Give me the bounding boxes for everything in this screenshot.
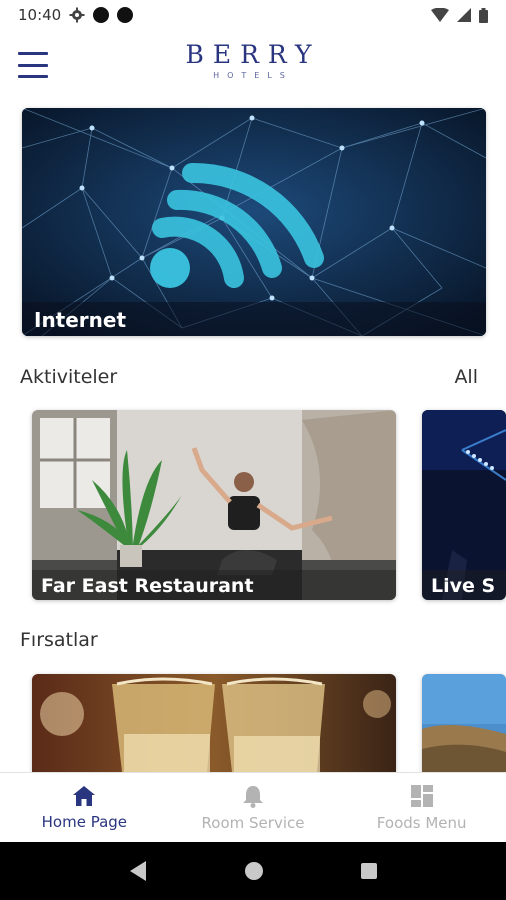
nav-room-service-label: Room Service — [201, 813, 305, 832]
internet-card-label: Internet — [34, 308, 127, 332]
activity-card-live[interactable]: Live S — [422, 410, 506, 600]
activities-title: Aktiviteler — [20, 366, 118, 388]
notification-dot-icon — [117, 7, 134, 23]
status-time: 10:40 — [18, 6, 62, 24]
notification-dot-icon — [93, 7, 110, 23]
bell-icon — [243, 785, 263, 808]
signal-icon — [457, 8, 471, 22]
activity-card-label: Far East Restaurant — [41, 575, 254, 597]
activity-card-label: Live S — [431, 575, 496, 597]
home-circle-icon[interactable] — [244, 861, 264, 881]
activity-card-far-east[interactable]: Far East Restaurant — [32, 410, 396, 600]
internet-card[interactable]: Internet — [22, 108, 486, 336]
nav-room-service[interactable]: Room Service — [169, 773, 338, 842]
settings-gear-icon — [69, 7, 85, 23]
nav-home-label: Home Page — [41, 812, 128, 831]
wine-photo — [32, 674, 396, 772]
wifi-icon — [431, 8, 449, 22]
landscape-photo — [422, 674, 506, 772]
bottom-navigation: Home Page Room Service Foods Menu — [0, 772, 506, 842]
grid-icon — [410, 784, 433, 807]
battery-icon — [479, 7, 488, 23]
system-navigation-bar — [0, 842, 506, 900]
nav-home-page[interactable]: Home Page — [0, 773, 169, 842]
logo-title: BERRY — [185, 40, 321, 69]
activities-all-link[interactable]: All — [454, 366, 478, 388]
nav-foods-menu[interactable]: Foods Menu — [337, 773, 506, 842]
status-bar: 10:40 — [0, 0, 506, 30]
offers-title: Fırsatlar — [20, 629, 98, 651]
app-header: BERRY HOTELS — [0, 30, 506, 102]
logo-subtitle: HOTELS — [213, 71, 293, 80]
berry-hotels-logo: BERRY HOTELS — [0, 40, 506, 80]
recents-square-icon[interactable] — [360, 862, 378, 880]
home-icon — [73, 785, 96, 806]
back-icon[interactable] — [128, 860, 148, 882]
offer-card-wine[interactable] — [32, 674, 396, 772]
offer-card-landscape[interactable] — [422, 674, 506, 772]
nav-foods-menu-label: Foods Menu — [376, 813, 467, 832]
